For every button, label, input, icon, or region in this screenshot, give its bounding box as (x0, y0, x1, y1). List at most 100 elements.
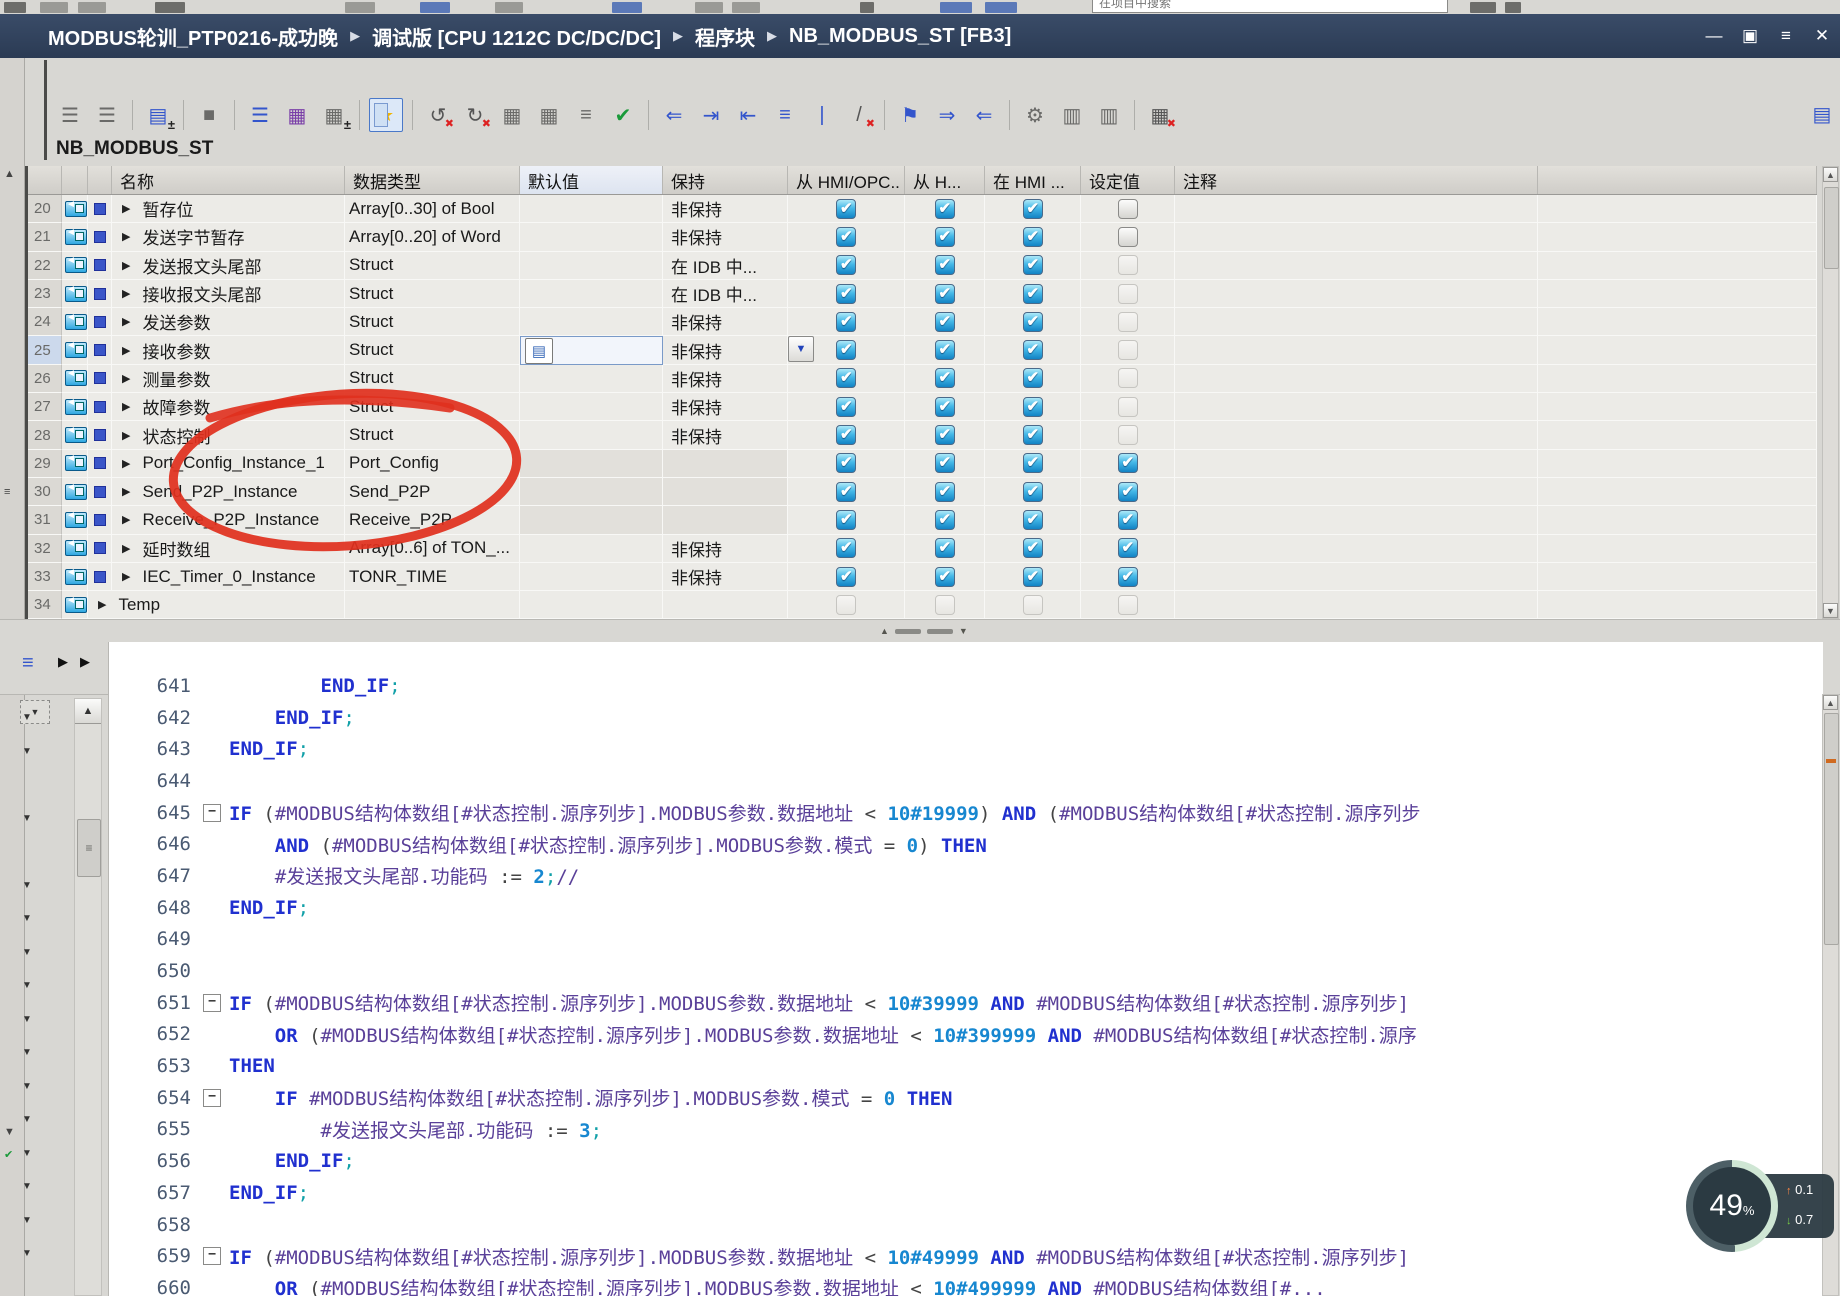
code-line[interactable]: 648END_IF; (109, 892, 1823, 924)
checkbox[interactable] (836, 397, 856, 417)
expand-arrow-icon[interactable]: ▶ (122, 429, 130, 442)
default-cell[interactable] (520, 195, 663, 223)
split-editor-icon[interactable]: ▥ (1056, 99, 1088, 131)
setpoint-cell[interactable] (1081, 223, 1175, 251)
expand-arrow-icon[interactable]: ▶ (98, 598, 106, 611)
checkbox[interactable] (836, 538, 856, 558)
row-number[interactable]: 21 (28, 223, 62, 251)
checkbox[interactable] (1023, 397, 1043, 417)
in-hmi-cell[interactable] (985, 591, 1081, 619)
from-hmi-cell[interactable] (905, 308, 985, 336)
checkbox[interactable] (836, 453, 856, 473)
in-hmi-cell[interactable] (985, 365, 1081, 393)
header-from-hmi-opc[interactable]: 从 HMI/OPC.. (788, 166, 905, 194)
checkbox[interactable] (935, 312, 955, 332)
code-line[interactable]: 655 #发送报文头尾部.功能码 := 3; (109, 1114, 1823, 1146)
default-cell[interactable] (520, 308, 663, 336)
expand-arrow-icon[interactable]: ▶ (122, 344, 130, 357)
fold-icon[interactable]: − (203, 804, 221, 822)
in-hmi-cell[interactable] (985, 421, 1081, 449)
setpoint-cell[interactable] (1081, 421, 1175, 449)
table-row[interactable]: 28 ▶状态控制 Struct 非保持 (28, 421, 1817, 449)
checkbox[interactable] (836, 595, 856, 615)
indent-left-icon[interactable]: ⇤ (732, 99, 764, 131)
scroll-up-button[interactable]: ▲ (1823, 167, 1838, 182)
detail-view-icon[interactable]: ▤ (1806, 98, 1838, 130)
symbol-visibility-icon[interactable]: / (843, 99, 875, 131)
marker-down-icon[interactable]: ▼ (22, 1114, 32, 1125)
row-number[interactable]: 25 (28, 336, 62, 364)
setpoint-cell[interactable] (1081, 280, 1175, 308)
row-number[interactable]: 23 (28, 280, 62, 308)
marker-down-icon[interactable]: ▼ (22, 947, 32, 958)
checkbox[interactable] (1118, 595, 1138, 615)
checkbox[interactable] (1118, 425, 1138, 445)
checkbox[interactable] (1118, 199, 1138, 219)
insert-network-icon[interactable]: ☰ (54, 99, 86, 131)
checkbox[interactable] (1023, 482, 1043, 502)
expand-arrow-icon[interactable]: ▶ (122, 570, 130, 583)
checkbox[interactable] (1118, 340, 1138, 360)
datatype-cell[interactable]: TONR_TIME (345, 563, 520, 591)
retain-cell[interactable] (663, 450, 788, 478)
retain-cell[interactable]: 非保持 (663, 563, 788, 591)
name-cell[interactable]: ▶状态控制 (112, 421, 345, 449)
bookmark-set-icon[interactable]: ⚑ (894, 99, 926, 131)
row-number[interactable]: 27 (28, 393, 62, 421)
checkbox[interactable] (935, 340, 955, 360)
close-icon[interactable]: ✕ (1812, 26, 1832, 46)
setpoint-cell[interactable] (1081, 478, 1175, 506)
in-hmi-cell[interactable] (985, 535, 1081, 563)
code-line[interactable]: 646 AND (#MODBUS结构体数组[#状态控制.源序列步].MODBUS… (109, 828, 1823, 860)
default-cell-editing[interactable]: ▤ (520, 336, 663, 364)
name-cell[interactable]: ▶接收参数 (112, 336, 345, 364)
compile-check-icon[interactable]: ✔ (607, 99, 639, 131)
datatype-cell[interactable]: Array[0..30] of Bool (345, 195, 520, 223)
checkbox[interactable] (935, 595, 955, 615)
comment-cell[interactable] (1175, 450, 1538, 478)
from-hmi-cell[interactable] (905, 450, 985, 478)
code-line[interactable]: 657END_IF; (109, 1177, 1823, 1209)
header-default[interactable]: 默认值 (520, 166, 663, 194)
table-row[interactable]: 23 ▶接收报文头尾部 Struct 在 IDB 中... (28, 280, 1817, 308)
setpoint-cell[interactable] (1081, 591, 1175, 619)
checkbox[interactable] (935, 538, 955, 558)
code-line[interactable]: 641 END_IF; (109, 670, 1823, 702)
retain-cell[interactable]: 非保持 (663, 223, 788, 251)
code-line[interactable]: 659−IF (#MODBUS结构体数组[#状态控制.源序列步].MODBUS参… (109, 1240, 1823, 1272)
checkbox[interactable] (1118, 227, 1138, 247)
expand-arrow-icon[interactable]: ▶ (122, 202, 130, 215)
hmi-opc-cell[interactable] (788, 478, 905, 506)
from-hmi-cell[interactable] (905, 336, 985, 364)
code-line[interactable]: 658 (109, 1209, 1823, 1241)
marker-down-icon[interactable]: ▼ (22, 1081, 32, 1092)
in-hmi-cell[interactable] (985, 336, 1081, 364)
in-hmi-cell[interactable] (985, 252, 1081, 280)
datatype-cell[interactable] (345, 591, 520, 619)
hmi-opc-cell[interactable] (788, 535, 905, 563)
checkbox[interactable] (1023, 284, 1043, 304)
checkbox[interactable] (935, 284, 955, 304)
row-number[interactable]: 22 (28, 252, 62, 280)
name-cell[interactable]: ▶Send_P2P_Instance (112, 478, 345, 506)
expand-arrow-icon[interactable]: ▶ (122, 485, 130, 498)
from-hmi-cell[interactable] (905, 591, 985, 619)
checkbox[interactable] (935, 199, 955, 219)
checkbox[interactable] (1023, 340, 1043, 360)
hmi-opc-cell[interactable] (788, 223, 905, 251)
header-retain[interactable]: 保持 (663, 166, 788, 194)
expand-arrow-icon[interactable]: ▶ (122, 372, 130, 385)
retain-cell[interactable]: 非保持 (663, 336, 788, 364)
datatype-cell[interactable]: Receive_P2P (345, 506, 520, 534)
table-scrollbar[interactable]: ▲ ▼ (1822, 166, 1839, 619)
table-row[interactable]: 22 ▶发送报文头尾部 Struct 在 IDB 中... (28, 252, 1817, 280)
snapshot-icon[interactable]: ▦ (496, 99, 528, 131)
marker-down-icon[interactable]: ▼ (22, 1148, 32, 1159)
in-hmi-cell[interactable] (985, 450, 1081, 478)
checkbox[interactable] (1023, 510, 1043, 530)
bookmark-prev-icon[interactable]: ⇐ (968, 99, 1000, 131)
default-cell[interactable] (520, 535, 663, 563)
checkbox[interactable] (1118, 453, 1138, 473)
default-cell[interactable] (520, 421, 663, 449)
checkbox[interactable] (935, 397, 955, 417)
